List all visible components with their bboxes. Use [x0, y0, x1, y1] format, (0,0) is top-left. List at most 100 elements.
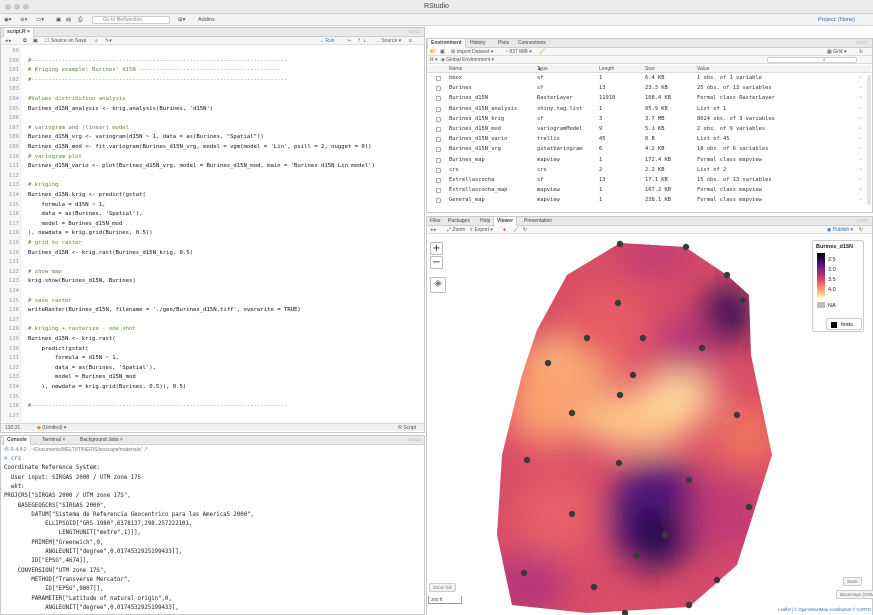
env-row[interactable]: Estrellascocha_map mapview 1 167.2 KB Formal… [427, 186, 871, 195]
clear-workspace-icon[interactable]: 🧹 [539, 49, 545, 55]
env-row-checkbox[interactable] [436, 116, 441, 122]
code-line[interactable]: 130 predict(gstat( [1, 345, 424, 354]
tab-console[interactable]: Console [3, 436, 31, 445]
tab-packages[interactable]: Packages [445, 217, 473, 226]
code-line[interactable]: 133 model = Burines_d15N_mod [1, 373, 424, 382]
map-attribution[interactable]: Leaflet | © OpenStreetMap contributors ©… [778, 607, 871, 612]
sample-point[interactable] [544, 359, 552, 367]
open-project-icon[interactable]: ⊕▾ [20, 16, 27, 24]
export-button[interactable]: ⇪ Export ▾ [469, 227, 493, 233]
sample-point[interactable] [615, 459, 623, 467]
tab-presentation[interactable]: Presentation [521, 217, 555, 226]
code-line[interactable]: 129 Burines_d15N <- krig.rast( [1, 335, 424, 344]
code-line[interactable]: 136 #------------------------------------… [1, 402, 424, 411]
show-in-window-icon[interactable]: ⧉ [23, 38, 27, 44]
col-value[interactable]: Value [697, 65, 709, 73]
col-name[interactable]: Name [449, 65, 462, 73]
tab-background-jobs[interactable]: Background Jobs × [77, 436, 126, 445]
sample-point[interactable] [698, 344, 706, 352]
zoom-button[interactable]: ⤢ Zoom [447, 227, 465, 233]
view-object-icon[interactable]: ⌕ [859, 176, 862, 185]
tab-files[interactable]: Files [427, 217, 444, 226]
sample-point[interactable] [739, 296, 747, 304]
sample-point[interactable] [568, 510, 576, 518]
save-file-icon[interactable]: ▣ [33, 38, 38, 44]
view-object-icon[interactable]: ⌕ [859, 135, 862, 144]
sample-point[interactable] [614, 299, 622, 307]
sample-point[interactable] [523, 456, 531, 464]
stop-icon[interactable]: ● [503, 227, 506, 233]
static-button[interactable]: Static [843, 577, 863, 586]
env-scrollbar[interactable] [867, 75, 871, 205]
open-file-icon[interactable]: ▭▾ [36, 16, 44, 24]
code-line[interactable]: 100 #------------------------------------… [1, 57, 424, 66]
env-maximize-icon[interactable]: ▭▭ [857, 39, 868, 46]
code-line[interactable]: 104 #Values distribution analysis [1, 95, 424, 104]
tab-help[interactable]: Help [477, 217, 493, 226]
code-line[interactable]: 113 # kriging [1, 181, 424, 190]
env-row-checkbox[interactable] [436, 127, 441, 132]
memory-usage[interactable]: ◔ 837 MiB ▾ [505, 49, 532, 55]
env-row-checkbox[interactable] [436, 178, 441, 183]
nav-up-down-icon[interactable]: ⇡ ⇣ [357, 38, 367, 44]
view-object-icon[interactable]: ⌕ [859, 94, 862, 103]
code-line[interactable]: 122 # show map [1, 268, 424, 277]
env-row-checkbox[interactable] [436, 198, 441, 204]
import-dataset-button[interactable]: ⊞ Import Dataset ▾ [451, 49, 493, 55]
basemap-button[interactable]: Basemaps (OSM) [836, 590, 873, 599]
viewer-refresh2-icon[interactable]: ↻ [859, 227, 863, 233]
tab-history[interactable]: History [467, 39, 489, 48]
tab-environment[interactable]: Environment [427, 39, 466, 48]
code-line[interactable]: 128 # kriging + rasterize - one shot [1, 325, 424, 334]
code-line[interactable]: 126 writeRaster(Burines_d15N, filename = … [1, 306, 424, 315]
env-search-input[interactable] [767, 57, 857, 63]
view-object-icon[interactable]: ⌕ [859, 105, 862, 114]
env-row-checkbox[interactable] [436, 106, 441, 112]
console-maximize-icon[interactable]: ▭▭ [409, 436, 420, 443]
sample-point[interactable] [685, 476, 693, 484]
env-row[interactable]: Burines_d15N_mod variogramModel 9 5.1 KB 2 o… [427, 125, 871, 134]
view-object-icon[interactable]: ⌕ [859, 84, 862, 93]
col-length[interactable]: Length [599, 65, 614, 73]
code-tools-icon[interactable]: ✎▾ [105, 38, 112, 44]
code-line[interactable]: 121 [1, 258, 424, 267]
layers-icon[interactable]: ◈ [430, 277, 446, 293]
view-object-icon[interactable]: ⌕ [859, 145, 862, 154]
env-row[interactable]: Burines_d15N_krig sf 3 3.7 MB 8624 obs. of 3… [427, 115, 871, 124]
code-line[interactable]: 118), newdata = krig.grid(Burines, 0.5)) [1, 229, 424, 238]
view-object-icon[interactable]: ⌕ [859, 156, 862, 165]
env-row[interactable]: Burines_d15N_analysis shiny.tag.list 1 95.9… [427, 105, 871, 114]
view-object-icon[interactable]: ⌕ [859, 186, 862, 195]
code-line[interactable]: 110 # variogram plot [1, 153, 424, 162]
console-working-dir[interactable]: Ⓡ R 4.4.2 · ~/Documents/MELT/ITINERIS/is… [4, 446, 148, 453]
code-line[interactable]: 114 Burines_d15N.krig <- predict(gstat( [1, 191, 424, 200]
code-line[interactable]: 107 # variogram and (linear) model [1, 124, 424, 133]
code-line[interactable]: 131 formula = d15N ~ 1, [1, 354, 424, 363]
view-object-icon[interactable]: ⌕ [859, 115, 862, 124]
code-line[interactable]: 108 Burines_d15N_vrg <- variogram(d15N ~ … [1, 133, 424, 142]
viewer-refresh-icon[interactable]: ↻ [523, 227, 527, 233]
new-file-icon[interactable]: ◉▾ [4, 16, 12, 24]
clear-viewer-icon[interactable]: 🧹 [513, 227, 519, 233]
sample-point[interactable] [633, 551, 641, 559]
save-icon[interactable]: ▣ [56, 16, 61, 24]
scope-indicator[interactable]: ◆ (Untitled) ▾ [37, 424, 66, 432]
project-menu[interactable]: Project: (None) [818, 16, 855, 24]
env-row[interactable]: General_map mapview 1 238.1 KB Formal class … [427, 196, 871, 205]
code-line[interactable]: 103 [1, 85, 424, 94]
code-line[interactable]: 99 [1, 47, 424, 56]
env-row[interactable]: Burines sf 13 23.3 KB 25 obs. of 13 variable… [427, 84, 871, 93]
addins-menu[interactable]: Addins [198, 16, 215, 24]
sample-point[interactable] [520, 569, 528, 577]
print-icon[interactable]: ⎙ [78, 16, 82, 24]
code-line[interactable]: 112 [1, 172, 424, 181]
pane-maximize-icon[interactable]: ▭▭ [409, 28, 420, 35]
code-line[interactable]: 101 # Kriging example: Burines' d15N ----… [1, 66, 424, 75]
sample-point[interactable] [616, 240, 624, 248]
code-line[interactable]: 119 # grid to raster [1, 239, 424, 248]
col-size[interactable]: Size [645, 65, 655, 73]
env-row-checkbox[interactable] [436, 167, 441, 173]
code-line[interactable]: 120 Burines_d15N <- krig.rast(Burines_d15… [1, 249, 424, 258]
sample-point[interactable] [629, 371, 637, 379]
code-line[interactable]: 109 Burines_d15N_mod <- fit.variogram(Bur… [1, 143, 424, 152]
